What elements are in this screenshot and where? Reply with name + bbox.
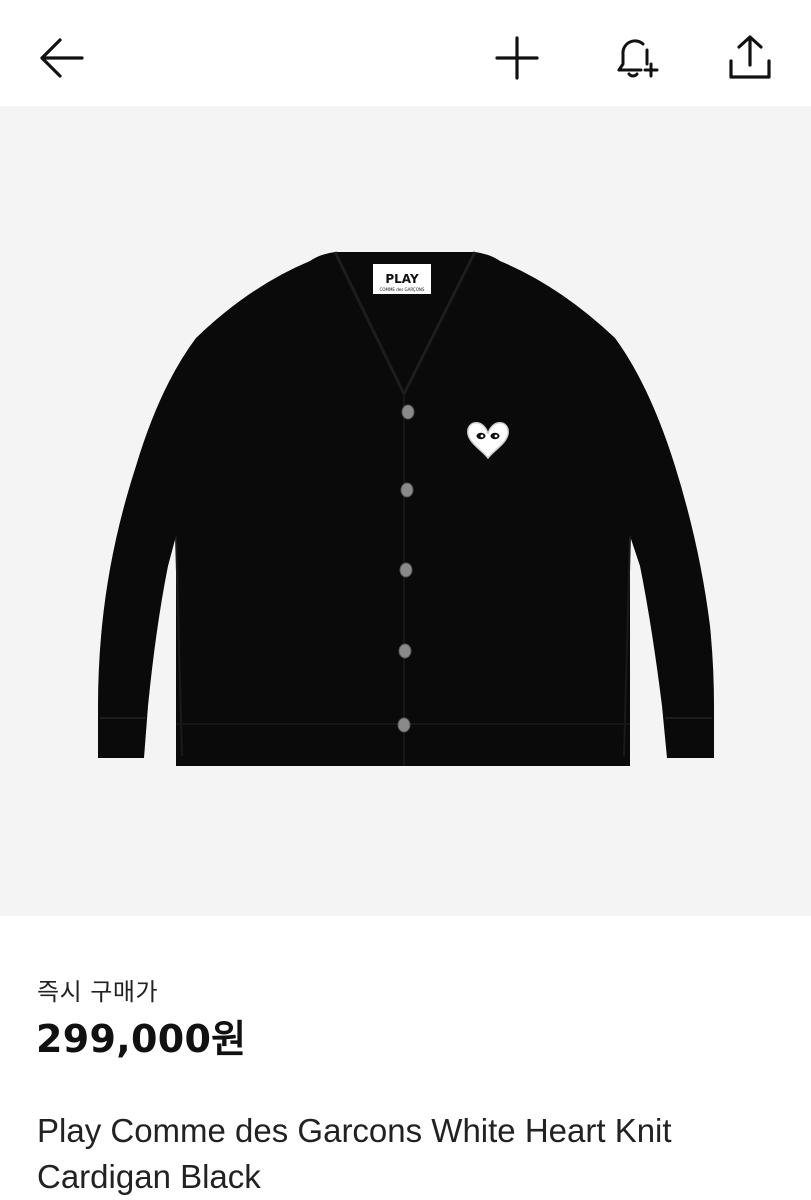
brand-label-text: PLAY (385, 272, 419, 286)
add-button[interactable] (489, 30, 545, 86)
plus-icon (495, 36, 539, 80)
top-navigation-bar (0, 0, 811, 106)
back-button[interactable] (32, 30, 88, 86)
product-image[interactable]: PLAY COMME des GARÇONS (0, 106, 811, 916)
price-alert-button[interactable] (607, 30, 663, 86)
share-button[interactable] (722, 30, 778, 86)
cardigan-illustration: PLAY COMME des GARÇONS (98, 251, 714, 766)
instant-buy-price-label: 즉시 구매가 (37, 978, 159, 1006)
instant-buy-price: 299,000원 (36, 1017, 247, 1061)
product-name: Play Comme des Garcons White Heart Knit … (37, 1112, 672, 1195)
arrow-left-icon (40, 38, 84, 78)
product-info: 즉시 구매가 299,000원 Play Comme des Garcons W… (0, 916, 811, 1200)
bell-plus-icon (617, 39, 659, 78)
brand-label-subtext: COMME des GARÇONS (380, 287, 425, 292)
share-upload-icon (729, 35, 771, 79)
